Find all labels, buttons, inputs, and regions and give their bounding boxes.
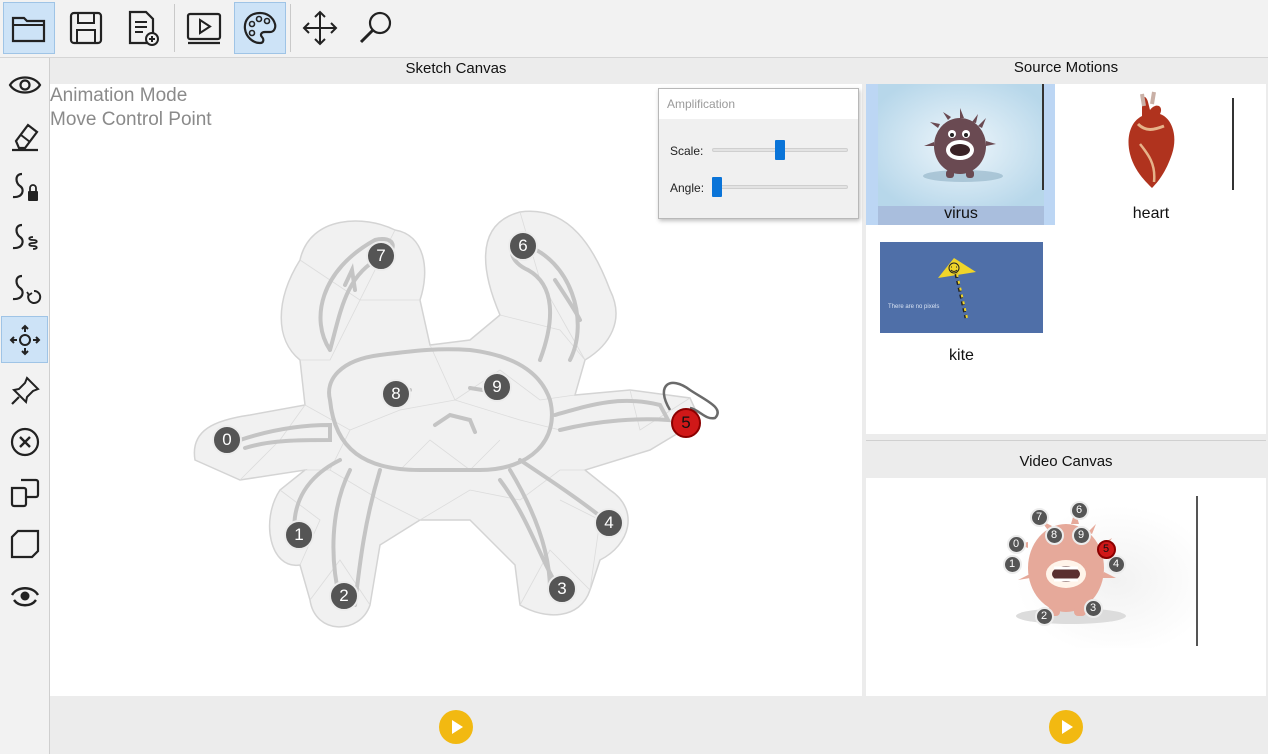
video-playback-bar bbox=[866, 697, 1266, 754]
toolbar-separator bbox=[290, 4, 291, 52]
new-file-button[interactable] bbox=[116, 2, 168, 54]
close-circle-icon bbox=[10, 427, 39, 456]
sketch-play-button[interactable] bbox=[439, 710, 473, 744]
control-point[interactable]: 5 bbox=[671, 408, 701, 438]
control-point[interactable]: 7 bbox=[366, 241, 396, 271]
left-toolbar bbox=[0, 58, 50, 754]
video-play-button[interactable] bbox=[1049, 710, 1083, 744]
video-canvas-title: Video Canvas bbox=[1019, 453, 1113, 470]
toolbar-separator bbox=[174, 4, 175, 52]
control-point[interactable]: 9 bbox=[482, 372, 512, 402]
control-point[interactable]: 8 bbox=[1044, 525, 1064, 545]
eraser-icon bbox=[11, 122, 39, 151]
play-icon bbox=[1062, 720, 1073, 734]
control-point[interactable]: 1 bbox=[1002, 554, 1022, 574]
save-button[interactable] bbox=[60, 2, 112, 54]
angle-slider-thumb[interactable] bbox=[712, 177, 722, 197]
scale-label: Scale: bbox=[670, 144, 704, 158]
copy-layer-button[interactable] bbox=[1, 469, 48, 516]
eraser-button[interactable] bbox=[1, 112, 48, 159]
control-point[interactable]: 9 bbox=[1071, 525, 1091, 545]
stroke-spring-button[interactable] bbox=[1, 214, 48, 261]
control-point[interactable]: 5 bbox=[1096, 539, 1116, 559]
heart-thumbnail bbox=[1068, 84, 1234, 206]
motion-item-virus[interactable] bbox=[866, 84, 1055, 225]
control-point[interactable]: 0 bbox=[212, 425, 242, 455]
scale-slider-thumb[interactable] bbox=[775, 140, 785, 160]
control-point[interactable]: 7 bbox=[1029, 507, 1049, 527]
motion-item-label: kite bbox=[949, 347, 974, 364]
motion-item-heart[interactable] bbox=[1068, 84, 1234, 206]
angle-slider-track[interactable] bbox=[712, 185, 848, 189]
play-icon bbox=[452, 720, 463, 734]
sketch-canvas-title: Sketch Canvas bbox=[405, 60, 507, 77]
video-canvas[interactable]: 0123456789 bbox=[866, 478, 1266, 696]
control-point[interactable]: 3 bbox=[1083, 598, 1103, 618]
control-point[interactable]: 6 bbox=[1069, 500, 1089, 520]
delete-button[interactable] bbox=[1, 418, 48, 465]
search-button[interactable] bbox=[350, 2, 402, 54]
view-button[interactable] bbox=[1, 61, 48, 108]
save-icon bbox=[69, 11, 103, 45]
stroke-rotate-icon bbox=[12, 274, 41, 304]
video-player-icon bbox=[186, 12, 222, 45]
motion-item-kite[interactable]: There are no pixels bbox=[880, 242, 1043, 333]
panel-divider bbox=[866, 440, 1266, 441]
palette-button[interactable] bbox=[234, 2, 286, 54]
move-arrows-icon bbox=[302, 10, 338, 46]
kite-thumbnail bbox=[880, 242, 1043, 333]
video-frame bbox=[996, 496, 1198, 648]
view-rotate-button[interactable] bbox=[1, 571, 48, 618]
control-point[interactable]: 2 bbox=[329, 581, 359, 611]
control-point[interactable]: 4 bbox=[594, 508, 624, 538]
move-control-point-button[interactable] bbox=[1, 316, 48, 363]
amplification-panel: Amplification Scale: Angle: bbox=[658, 88, 859, 219]
amplification-title: Amplification bbox=[659, 89, 858, 119]
source-motions-panel: virus heart There are no pixels kite bbox=[866, 84, 1266, 434]
move-tool-button[interactable] bbox=[294, 2, 346, 54]
sketch-playback-bar bbox=[50, 697, 862, 754]
control-point[interactable]: 3 bbox=[547, 574, 577, 604]
motion-item-label: virus bbox=[944, 205, 978, 222]
control-point[interactable]: 6 bbox=[508, 231, 538, 261]
stroke-lock-icon bbox=[12, 172, 38, 201]
layer-icon bbox=[10, 529, 39, 558]
pin-button[interactable] bbox=[1, 367, 48, 414]
stroke-lock-button[interactable] bbox=[1, 163, 48, 210]
virus-thumbnail bbox=[878, 84, 1044, 206]
stroke-spring-icon bbox=[12, 223, 38, 250]
motion-item-label: heart bbox=[1132, 205, 1170, 222]
video-player-button[interactable] bbox=[178, 2, 230, 54]
control-point[interactable]: 2 bbox=[1034, 606, 1054, 626]
stroke-rotate-button[interactable] bbox=[1, 265, 48, 312]
kite-caption: There are no pixels bbox=[888, 304, 940, 310]
eye-icon bbox=[8, 75, 41, 94]
palette-icon bbox=[243, 11, 277, 45]
open-folder-icon bbox=[11, 16, 46, 43]
control-point[interactable]: 8 bbox=[381, 379, 411, 409]
control-point[interactable]: 0 bbox=[1006, 534, 1026, 554]
source-motions-title: Source Motions bbox=[1013, 59, 1119, 76]
open-folder-button[interactable] bbox=[3, 2, 55, 54]
copy-layers-icon bbox=[10, 478, 39, 507]
search-icon bbox=[359, 11, 392, 44]
view-rotate-icon bbox=[10, 586, 39, 606]
layer-button[interactable] bbox=[1, 520, 48, 567]
control-point[interactable]: 1 bbox=[284, 520, 314, 550]
angle-label: Angle: bbox=[670, 181, 705, 195]
new-file-icon bbox=[128, 10, 159, 46]
move-control-point-icon bbox=[9, 324, 40, 355]
pin-icon bbox=[10, 375, 40, 405]
main-toolbar bbox=[0, 0, 1268, 58]
